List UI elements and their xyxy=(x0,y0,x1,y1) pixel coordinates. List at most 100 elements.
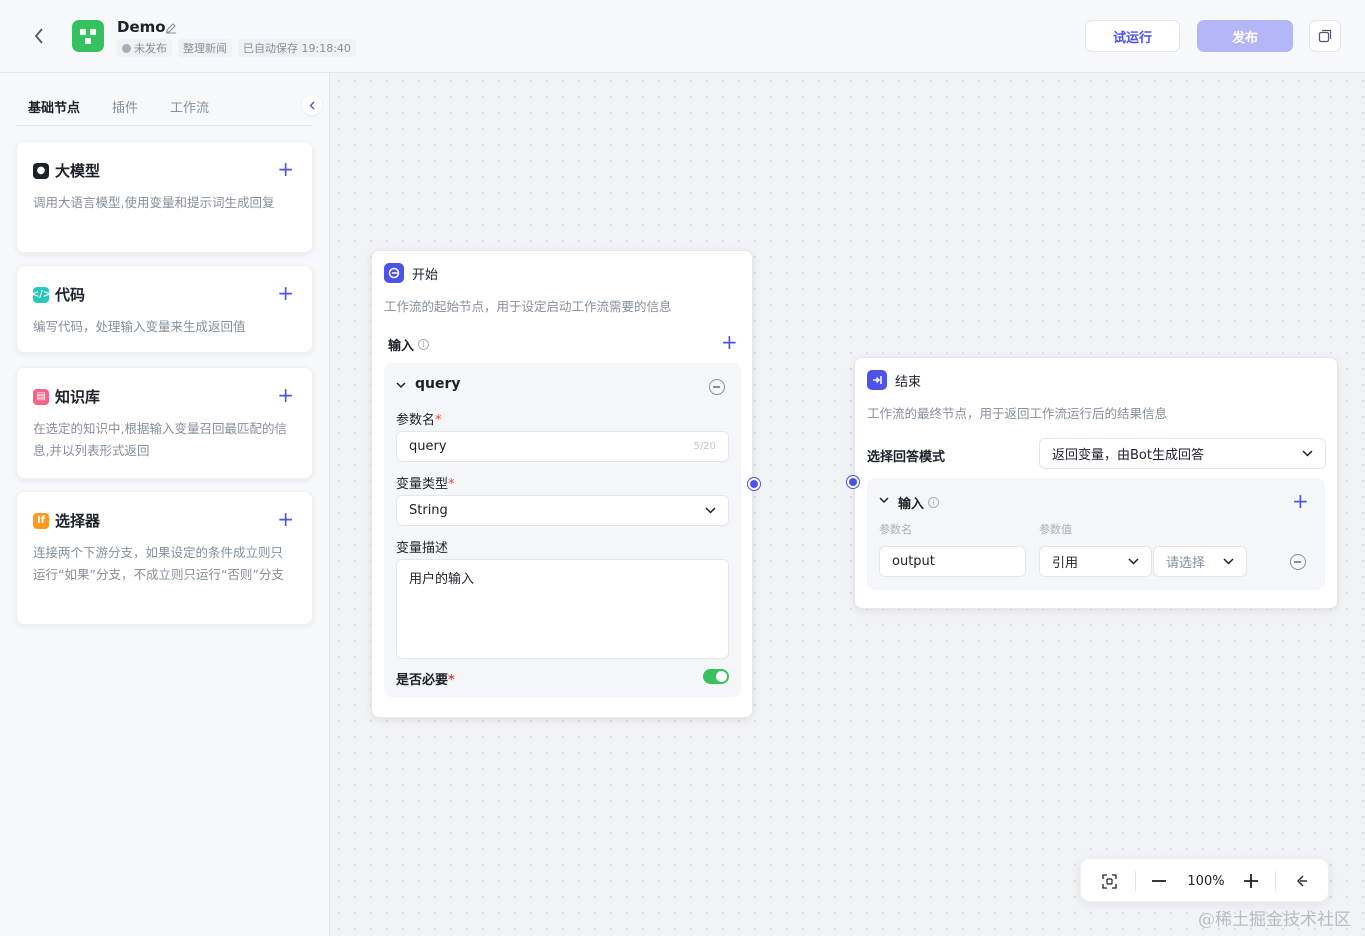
answer-mode-select[interactable]: 返回变量，由Bot生成回答 xyxy=(1039,438,1326,469)
type-label-text: 变量类型 xyxy=(396,477,449,492)
app-title: Demo xyxy=(117,18,166,36)
edit-icon[interactable] xyxy=(165,22,177,38)
test-run-button[interactable]: 试运行 xyxy=(1085,20,1180,52)
end-icon xyxy=(867,370,887,390)
code-icon: </> xyxy=(31,286,51,303)
col-name-label: 参数名 xyxy=(879,523,912,536)
required-label: 是否必要* xyxy=(396,673,455,688)
output-name-input[interactable]: output xyxy=(879,546,1026,577)
llm-icon: ● xyxy=(33,162,49,179)
status-badge: 未发布 xyxy=(117,39,172,57)
char-counter: 5/20 xyxy=(693,441,716,452)
node-card-title: If 选择器 xyxy=(33,510,100,531)
node-card-code[interactable]: </> 代码 + 编写代码，处理输入变量来生成返回值 xyxy=(16,265,313,353)
desc-textarea-value: 用户的输入 xyxy=(409,572,475,587)
add-output-button[interactable]: + xyxy=(1292,491,1309,511)
publish-button[interactable]: 发布 xyxy=(1197,20,1293,52)
chevron-down-icon xyxy=(705,507,716,514)
start-node-title: 开始 xyxy=(412,267,439,283)
remove-output-button[interactable] xyxy=(1290,554,1306,570)
chevron-down-icon[interactable] xyxy=(396,382,406,389)
zoom-level[interactable]: 100% xyxy=(1181,869,1231,893)
ref-type-select[interactable]: 引用 xyxy=(1039,546,1152,577)
back-button[interactable] xyxy=(28,25,50,47)
autosave-info: 已自动保存 19:18:40 xyxy=(238,39,356,57)
end-node[interactable]: 结束 工作流的最终节点，用于返回工作流运行后的结果信息 选择回答模式 返回变量，… xyxy=(854,357,1338,609)
type-select[interactable]: String xyxy=(396,495,729,526)
node-card-title: ● 大模型 xyxy=(33,160,100,181)
knowledge-icon: ▤ xyxy=(33,388,49,405)
required-toggle[interactable] xyxy=(703,669,729,684)
chevron-down-icon[interactable] xyxy=(879,497,889,504)
chevron-down-icon xyxy=(1128,558,1139,565)
zoom-toolbar: 100% xyxy=(1080,858,1329,902)
start-output-port[interactable] xyxy=(748,478,760,490)
param-panel: query 参数名* query 5/20 变量类型* String 变量描述 … xyxy=(384,363,741,697)
watermark: @稀土掘金技术社区 xyxy=(1198,910,1351,930)
app-logo xyxy=(72,20,104,52)
meta-row: 未发布 整理新闻 已自动保存 19:18:40 xyxy=(117,39,356,57)
param-name-value: query xyxy=(409,439,447,454)
output-name-value: output xyxy=(892,554,935,569)
status-dot-icon xyxy=(122,43,131,53)
node-card-title-text: 代码 xyxy=(55,286,86,304)
output-label-text: 输入 xyxy=(898,497,925,512)
chevron-down-icon xyxy=(1223,558,1234,565)
tab-basic-nodes[interactable]: 基础节点 xyxy=(28,97,80,116)
col-value-label: 参数值 xyxy=(1039,523,1072,536)
ref-value-placeholder: 请选择 xyxy=(1166,556,1206,571)
node-card-knowledge[interactable]: ▤ 知识库 + 在选定的知识中,根据输入变量召回最匹配的信息,并以列表形式返回 xyxy=(16,367,313,479)
add-node-button[interactable]: + xyxy=(277,509,294,529)
output-panel: 输入 i + 参数名 参数值 output 引用 请选择 xyxy=(867,478,1325,590)
status-text: 未发布 xyxy=(134,42,167,55)
end-node-header: 结束 xyxy=(867,370,921,390)
node-card-title-text: 大模型 xyxy=(55,162,101,180)
minimap-toggle-button[interactable] xyxy=(1289,869,1313,893)
add-node-button[interactable]: + xyxy=(277,385,294,405)
minus-icon xyxy=(1152,880,1166,882)
start-node[interactable]: 开始 工作流的起始节点，用于设定启动工作流需要的信息 输入 i + query … xyxy=(371,250,753,718)
answer-mode-label: 选择回答模式 xyxy=(867,450,946,465)
input-section-label: 输入 i xyxy=(388,335,430,354)
ref-type-value: 引用 xyxy=(1052,556,1079,571)
end-node-title: 结束 xyxy=(895,374,922,390)
output-section-label: 输入 i xyxy=(898,493,940,512)
zoom-in-button[interactable] xyxy=(1239,869,1263,893)
node-card-selector[interactable]: If 选择器 + 连接两个下游分支，如果设定的条件成立则只运行“如果”分支，不成… xyxy=(16,491,313,625)
copy-button[interactable] xyxy=(1309,20,1341,52)
workflow-canvas[interactable]: 开始 工作流的起始节点，用于设定启动工作流需要的信息 输入 i + query … xyxy=(331,73,1365,936)
selector-icon: If xyxy=(33,512,49,529)
node-card-title: </> 代码 xyxy=(31,284,86,305)
desc-label: 变量描述 xyxy=(396,541,449,556)
category-tag: 整理新闻 xyxy=(178,39,232,57)
info-icon: i xyxy=(928,497,940,508)
toolbar-divider xyxy=(1275,871,1276,891)
plus-icon xyxy=(1244,874,1258,888)
zoom-out-button[interactable] xyxy=(1147,869,1171,893)
add-node-button[interactable]: + xyxy=(277,159,294,179)
node-card-llm[interactable]: ● 大模型 + 调用大语言模型,使用变量和提示词生成回复 xyxy=(16,141,313,253)
copy-icon xyxy=(1318,29,1332,43)
remove-param-button[interactable] xyxy=(709,379,725,395)
param-name-label-text: 参数名 xyxy=(396,413,436,428)
param-name-input[interactable]: query 5/20 xyxy=(396,431,729,462)
add-node-button[interactable]: + xyxy=(277,283,294,303)
node-card-desc: 在选定的知识中,根据输入变量召回最匹配的信息,并以列表形式返回 xyxy=(33,421,287,458)
ref-value-select[interactable]: 请选择 xyxy=(1153,546,1247,577)
top-bar: Demo 未发布 整理新闻 已自动保存 19:18:40 试运行 发布 xyxy=(0,0,1365,73)
toolbar-divider xyxy=(1135,871,1136,891)
node-card-desc: 连接两个下游分支，如果设定的条件成立则只运行“如果”分支，不成立则只运行“否则”… xyxy=(33,545,284,582)
type-select-value: String xyxy=(409,503,448,518)
type-label: 变量类型* xyxy=(396,477,455,492)
end-input-port[interactable] xyxy=(847,476,859,488)
node-card-title: ▤ 知识库 xyxy=(33,386,100,407)
required-label-text: 是否必要 xyxy=(396,673,449,688)
tab-plugins[interactable]: 插件 xyxy=(112,97,138,116)
add-input-button[interactable]: + xyxy=(721,332,738,352)
collapse-icon xyxy=(1297,875,1307,887)
fit-view-button[interactable] xyxy=(1097,869,1121,893)
tab-workflows[interactable]: 工作流 xyxy=(170,97,209,116)
desc-textarea[interactable]: 用户的输入 xyxy=(396,559,729,659)
input-label-text: 输入 xyxy=(388,339,415,354)
collapse-sidebar-button[interactable] xyxy=(302,95,322,115)
